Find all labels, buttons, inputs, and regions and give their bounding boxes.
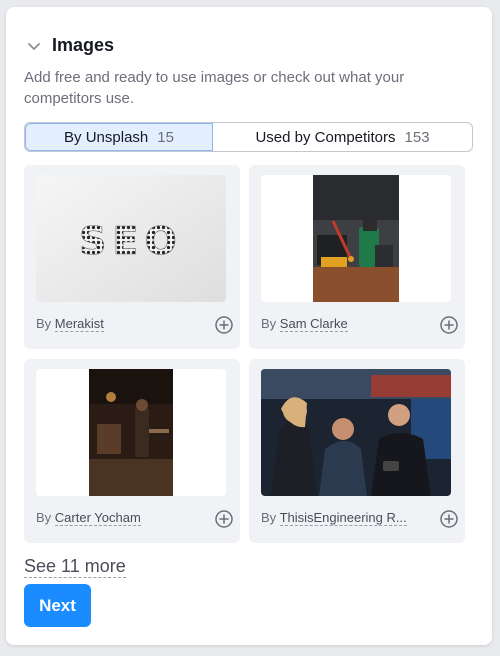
tab-count: 15 [157,128,174,146]
image-card: SEO By Merakist [24,165,240,349]
author-link[interactable]: ThisisEngineering R... [279,510,407,526]
image-credit: By Carter Yocham [36,510,141,526]
section-description: Add free and ready to use images or chec… [24,69,405,107]
image-thumbnail[interactable] [261,369,451,496]
tab-count: 153 [404,128,430,146]
source-tabs: By Unsplash 15 Used by Competitors 153 [24,122,473,152]
image-card: By Sam Clarke [249,165,465,349]
credit-prefix: By [36,316,52,331]
images-panel: Images Add free and ready to use images … [6,7,492,645]
credit-prefix: By [36,510,52,525]
author-link[interactable]: Carter Yocham [54,510,141,526]
workshop-photo [89,369,173,496]
image-credit: By Sam Clarke [261,316,348,332]
tab-by-unsplash[interactable]: By Unsplash 15 [25,123,213,151]
plus-circle-icon [215,316,233,334]
plus-circle-icon [440,510,458,528]
plus-circle-icon [215,510,233,528]
add-image-button[interactable] [439,315,459,335]
add-image-button[interactable] [214,509,234,529]
add-image-button[interactable] [439,509,459,529]
see-more-link[interactable]: See 11 more [24,555,126,578]
tab-used-by-competitors[interactable]: Used by Competitors 153 [213,123,472,151]
image-thumbnail[interactable] [261,175,451,302]
seo-photo: SEO [36,175,226,302]
next-button[interactable]: Next [24,584,91,627]
tools-photo [313,175,399,302]
image-card: By ThisisEngineering R... [249,359,465,543]
chevron-down-icon[interactable] [26,38,42,54]
tab-label: By Unsplash [64,128,149,146]
image-credit: By ThisisEngineering R... [261,510,407,526]
section-header[interactable]: Images [26,35,114,56]
engineers-photo [261,369,451,496]
image-credit: By Merakist [36,316,104,332]
section-title: Images [52,35,115,55]
photo-text: SEO [79,219,183,263]
image-thumbnail[interactable]: SEO [36,175,226,302]
image-card: By Carter Yocham [24,359,240,543]
credit-prefix: By [261,316,277,331]
author-link[interactable]: Merakist [54,316,104,332]
plus-circle-icon [440,316,458,334]
image-thumbnail[interactable] [36,369,226,496]
credit-prefix: By [261,510,277,525]
tab-label: Used by Competitors [255,128,396,146]
add-image-button[interactable] [214,315,234,335]
author-link[interactable]: Sam Clarke [279,316,348,332]
